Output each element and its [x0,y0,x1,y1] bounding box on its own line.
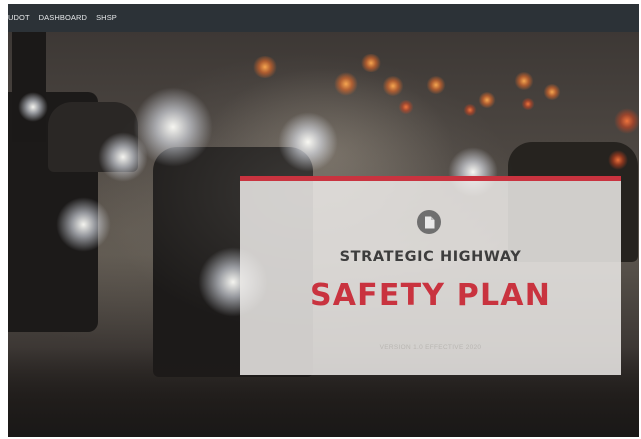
hero-taillight [334,72,358,96]
hero-taillight [543,84,561,100]
hero-headlight [18,92,48,122]
hero-taillight [398,100,414,114]
hero-taillight [426,76,446,94]
card-subtitle: STRATEGIC HIGHWAY [339,249,522,265]
document-icon [417,210,441,234]
title-card: STRATEGIC HIGHWAY SAFETY PLAN VERSION 1.… [240,176,621,375]
app-window: UDOT DASHBOARD SHSP STRATEGIC HIGHWAY SA… [8,4,639,437]
page: UDOT DASHBOARD SHSP STRATEGIC HIGHWAY SA… [0,0,641,439]
hero-headlight [56,197,111,252]
card-version-text: VERSION 1.0 EFFECTIVE 2020 [379,344,482,351]
nav-item-shsp[interactable]: SHSP [96,4,117,32]
hero-taillight [252,56,278,78]
hero-taillight [382,76,404,96]
hero-headlight [98,132,148,182]
hero-taillight [521,98,535,110]
hero-taillight [478,92,496,108]
hero-taillight [463,104,477,116]
hero-headlight [278,112,338,172]
hero-taillight [360,54,382,72]
hero-taillight [608,150,628,170]
card-title: SAFETY PLAN [309,278,552,313]
nav-item-dashboard[interactable]: DASHBOARD [39,4,87,32]
hero-taillight [514,72,534,90]
top-navbar: UDOT DASHBOARD SHSP [8,4,639,32]
hero-taillight [614,108,639,134]
nav-item-udot[interactable]: UDOT [8,4,30,32]
